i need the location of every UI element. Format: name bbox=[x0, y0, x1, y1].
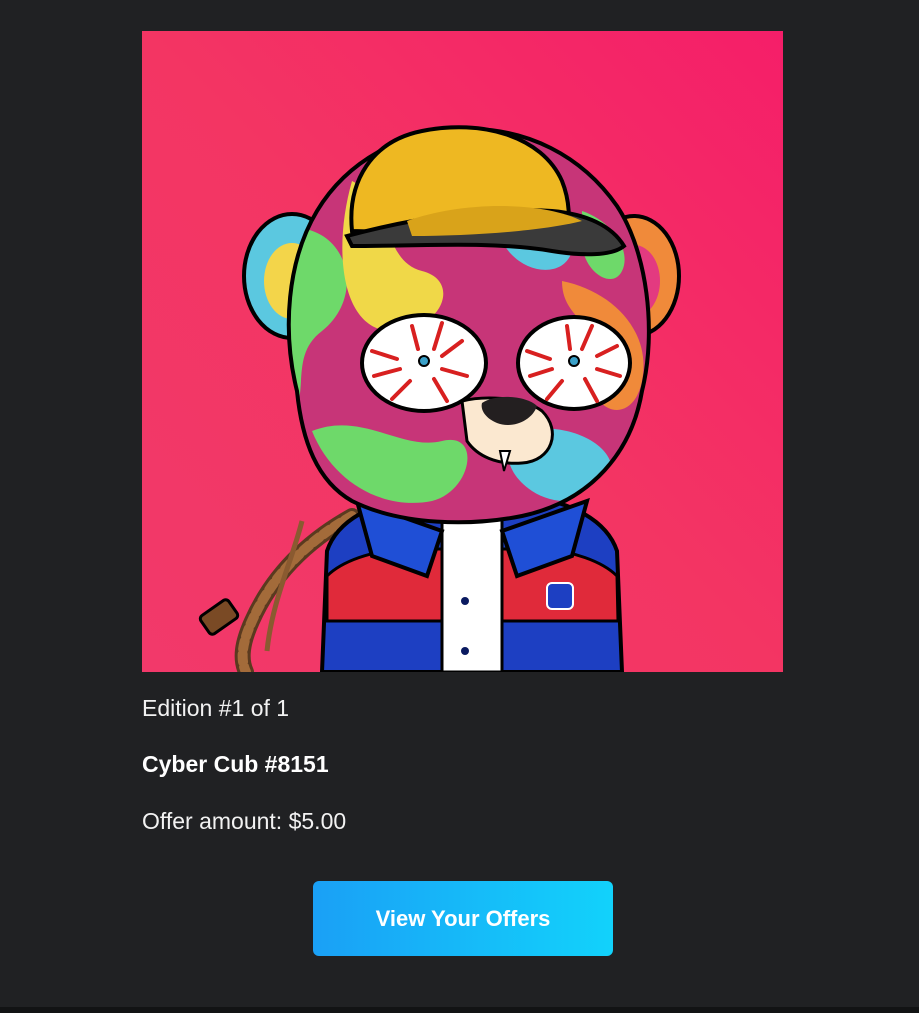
nft-title: Cyber Cub #8151 bbox=[142, 751, 329, 777]
edition-text: Edition #1 of 1 bbox=[142, 695, 290, 721]
email-page: Edition #1 of 1 Cyber Cub #8151 Offer am… bbox=[0, 0, 919, 1013]
view-your-offers-button[interactable]: View Your Offers bbox=[313, 881, 613, 956]
offer-amount-text: Offer amount: $5.00 bbox=[142, 808, 347, 834]
bottom-divider bbox=[0, 1007, 919, 1013]
nft-image bbox=[142, 31, 783, 672]
